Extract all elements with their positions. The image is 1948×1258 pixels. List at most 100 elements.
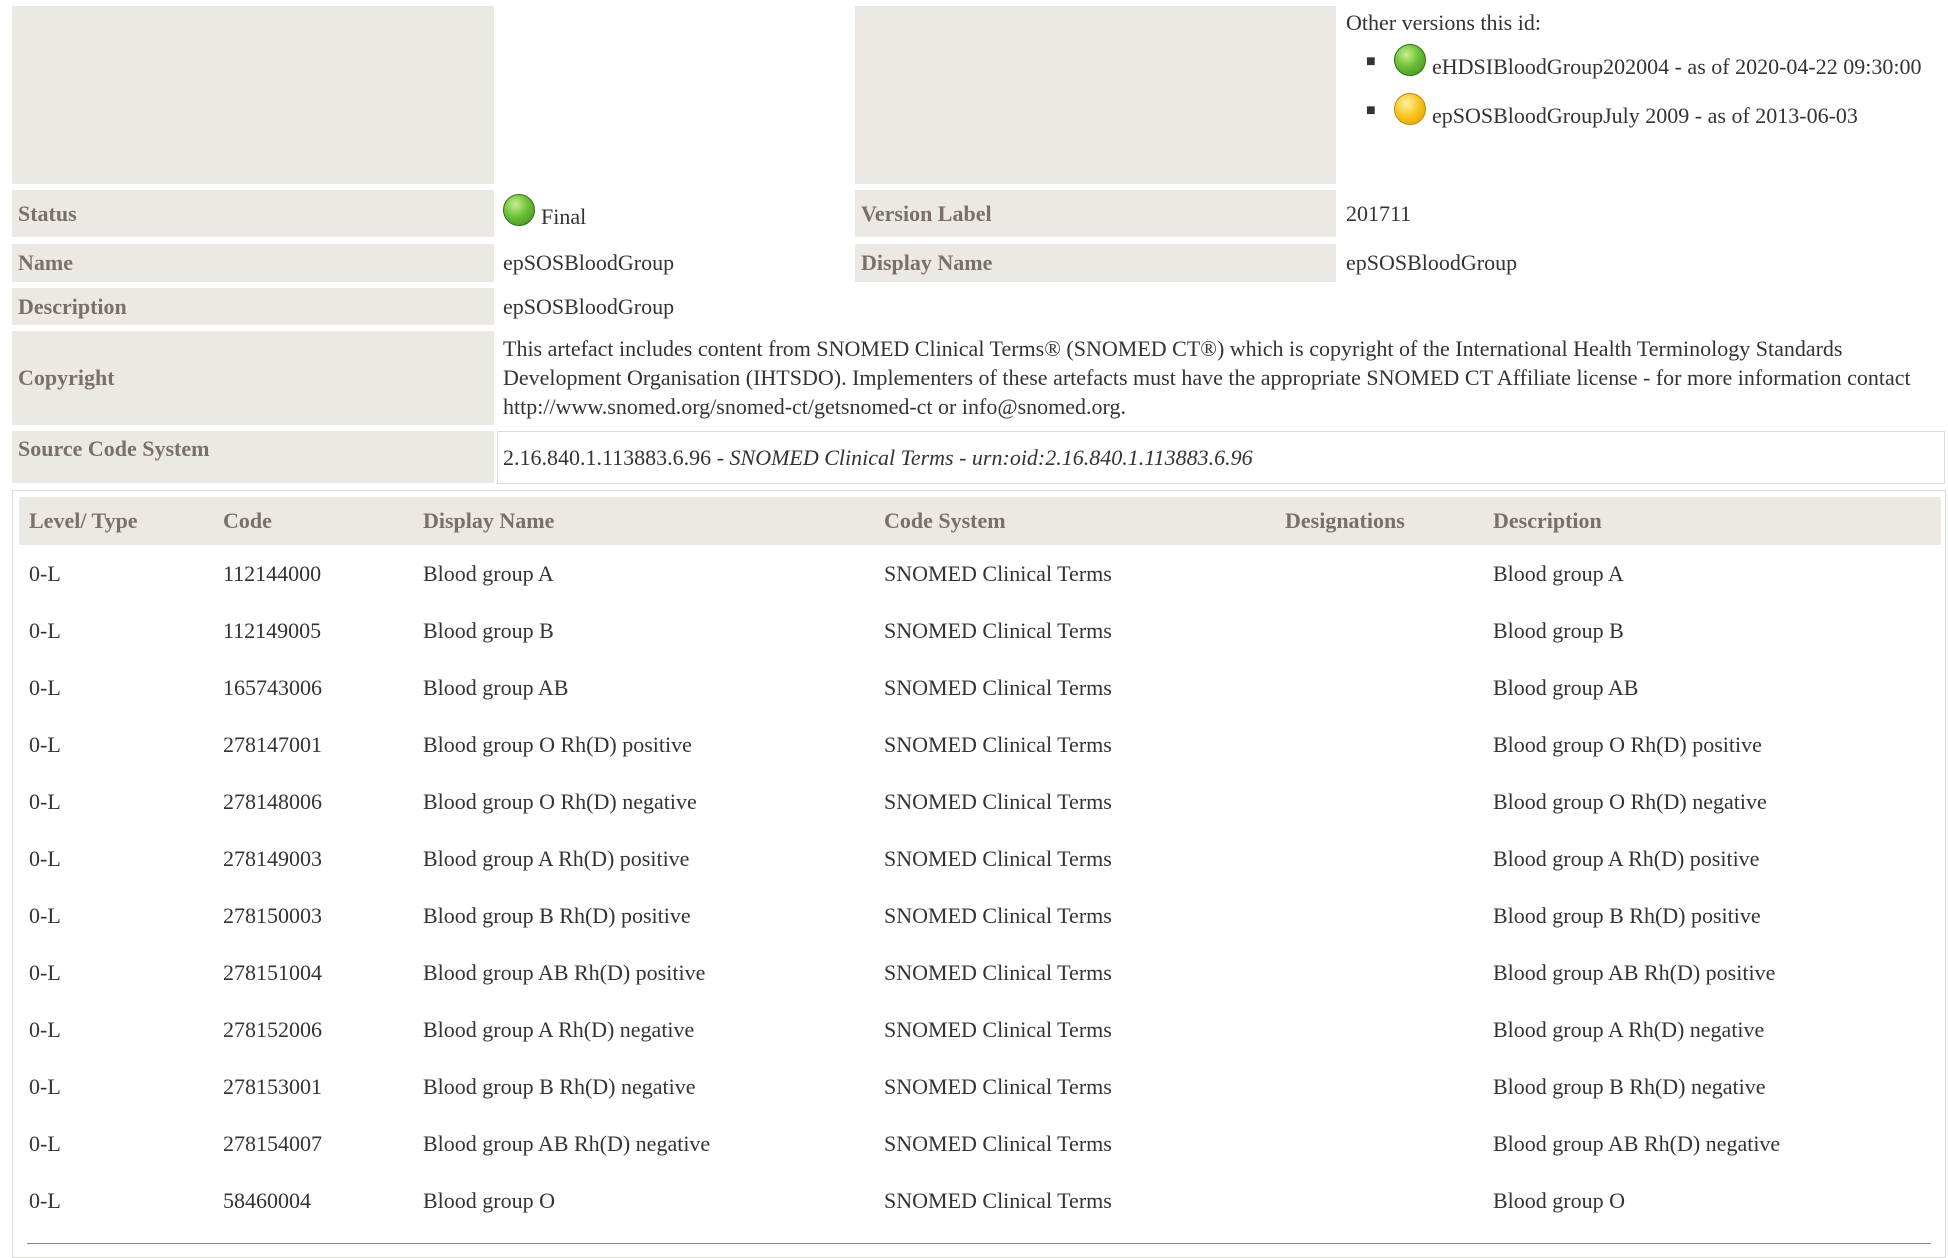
cell-code: 278150003: [223, 902, 322, 928]
cell-level-type: 0-L: [29, 617, 61, 643]
status-text: Final: [541, 204, 587, 229]
table-row[interactable]: 0-L 278151004 Blood group AB Rh(D) positiv…: [19, 944, 1941, 1001]
cell-description: Blood group A Rh(D) negative: [1493, 1016, 1765, 1042]
cell-description: Blood group A Rh(D) positive: [1493, 845, 1760, 871]
table-row[interactable]: 0-L 278147001 Blood group O Rh(D) positive…: [19, 716, 1941, 773]
table-bottom-divider: [27, 1243, 1931, 1244]
cell-code-system: SNOMED Clinical Terms: [884, 1073, 1112, 1099]
cell-description: Blood group B: [1493, 617, 1624, 643]
column-header-level-type[interactable]: Level/ Type: [19, 497, 213, 545]
copyright-value: This artefact includes content from SNOM…: [503, 336, 1911, 419]
cell-code-system: SNOMED Clinical Terms: [884, 560, 1112, 586]
cell-designations: [1275, 659, 1483, 716]
version-value: 201711: [1346, 201, 1412, 226]
cell-level-type: 0-L: [29, 674, 61, 700]
name-value: epSOSBloodGroup: [503, 250, 675, 275]
cell-code-system: SNOMED Clinical Terms: [884, 617, 1112, 643]
cell-code: 278154007: [223, 1130, 322, 1156]
other-version-item[interactable]: ■ eHDSIBloodGroup202004 - as of 2020-04-…: [1346, 44, 1946, 85]
cell-code: 278151004: [223, 959, 322, 985]
cell-level-type: 0-L: [29, 845, 61, 871]
other-version-item[interactable]: ■ epSOSBloodGroupJuly 2009 - as of 2013-…: [1346, 93, 1946, 134]
other-versions-list: ■ eHDSIBloodGroup202004 - as of 2020-04-…: [1346, 44, 1946, 134]
other-version-label[interactable]: epSOSBloodGroupJuly 2009 - as of 2013-06…: [1432, 103, 1858, 128]
cell-level-type: 0-L: [29, 1073, 61, 1099]
cell-display-name: Blood group B Rh(D) negative: [423, 1073, 696, 1099]
column-header-code-system[interactable]: Code System: [874, 497, 1275, 545]
table-row[interactable]: 0-L 278150003 Blood group B Rh(D) positive…: [19, 887, 1941, 944]
cell-description: Blood group O: [1493, 1187, 1625, 1213]
cell-level-type: 0-L: [29, 731, 61, 757]
other-versions-label: Other versions this id:: [1346, 10, 1541, 35]
cell-level-type: 0-L: [29, 560, 61, 586]
cell-display-name: Blood group AB Rh(D) positive: [423, 959, 706, 985]
cell-display-name: Blood group B Rh(D) positive: [423, 902, 691, 928]
column-header-display-name[interactable]: Display Name: [413, 497, 874, 545]
cell-display-name: Blood group A Rh(D) negative: [423, 1016, 695, 1042]
other-version-label[interactable]: eHDSIBloodGroup202004 - as of 2020-04-22…: [1432, 54, 1921, 79]
column-header-designations[interactable]: Designations: [1275, 497, 1483, 545]
green-status-icon: [503, 194, 535, 226]
cell-code-system: SNOMED Clinical Terms: [884, 1187, 1112, 1213]
table-body: 0-L 112144000 Blood group A SNOMED Clinical…: [19, 545, 1941, 1229]
table-row[interactable]: 0-L 112144000 Blood group A SNOMED Clinical…: [19, 545, 1941, 602]
description-value: epSOSBloodGroup: [503, 294, 675, 319]
description-label: Description: [12, 288, 494, 325]
table-row[interactable]: 0-L 278149003 Blood group A Rh(D) positive…: [19, 830, 1941, 887]
square-bullet-icon: ■: [1366, 102, 1376, 119]
table-row[interactable]: 0-L 58460004 Blood group O SNOMED Clinical …: [19, 1172, 1941, 1229]
source-name: SNOMED Clinical Terms - urn:oid:2.16.840…: [729, 445, 1253, 470]
cell-display-name: Blood group AB: [423, 674, 569, 700]
name-label: Name: [12, 244, 494, 282]
cell-designations: [1275, 1115, 1483, 1172]
cell-level-type: 0-L: [29, 788, 61, 814]
table-row[interactable]: 0-L 165743006 Blood group AB SNOMED Clinica…: [19, 659, 1941, 716]
cell-description: Blood group B Rh(D) positive: [1493, 902, 1761, 928]
source-code-system-value: 2.16.840.1.113883.6.96 - SNOMED Clinical…: [503, 431, 1253, 484]
table-row[interactable]: 0-L 278154007 Blood group AB Rh(D) negativ…: [19, 1115, 1941, 1172]
cell-code-system: SNOMED Clinical Terms: [884, 959, 1112, 985]
square-bullet-icon: ■: [1366, 53, 1376, 70]
table-row[interactable]: 0-L 278152006 Blood group A Rh(D) negative…: [19, 1001, 1941, 1058]
cell-code-system: SNOMED Clinical Terms: [884, 1130, 1112, 1156]
cell-description: Blood group O Rh(D) negative: [1493, 788, 1767, 814]
cell-designations: [1275, 773, 1483, 830]
cell-display-name: Blood group B: [423, 617, 554, 643]
version-label: Version Label: [855, 190, 1336, 237]
table-row[interactable]: 0-L 278148006 Blood group O Rh(D) negative…: [19, 773, 1941, 830]
source-code-system-label: Source Code System: [12, 431, 494, 483]
copyright-label: Copyright: [12, 331, 494, 425]
cell-designations: [1275, 602, 1483, 659]
cell-code: 278149003: [223, 845, 322, 871]
cell-designations: [1275, 545, 1483, 602]
cell-designations: [1275, 830, 1483, 887]
cell-description: Blood group AB Rh(D) negative: [1493, 1130, 1781, 1156]
cell-designations: [1275, 1001, 1483, 1058]
column-header-description[interactable]: Description: [1483, 497, 1941, 545]
cell-code: 112144000: [223, 560, 322, 586]
other-versions: Other versions this id: ■ eHDSIBloodGrou…: [1346, 10, 1946, 142]
status-label: Status: [12, 190, 494, 237]
cell-description: Blood group B Rh(D) negative: [1493, 1073, 1766, 1099]
cell-display-name: Blood group O Rh(D) positive: [423, 731, 692, 757]
status-value: Final: [503, 194, 586, 237]
source-separator: -: [711, 445, 730, 470]
column-header-code[interactable]: Code: [213, 497, 413, 545]
cell-code-system: SNOMED Clinical Terms: [884, 788, 1112, 814]
cell-code: 58460004: [223, 1187, 311, 1213]
source-oid: 2.16.840.1.113883.6.96: [503, 445, 712, 470]
cell-code: 165743006: [223, 674, 322, 700]
table-row[interactable]: 0-L 278153001 Blood group B Rh(D) negative…: [19, 1058, 1941, 1115]
cell-code-system: SNOMED Clinical Terms: [884, 1016, 1112, 1042]
cell-code: 278153001: [223, 1073, 322, 1099]
cell-code: 278147001: [223, 731, 322, 757]
cell-display-name: Blood group A: [423, 560, 554, 586]
table-row[interactable]: 0-L 112149005 Blood group B SNOMED Clinical…: [19, 602, 1941, 659]
cell-code: 112149005: [223, 617, 322, 643]
cell-level-type: 0-L: [29, 1130, 61, 1156]
cell-level-type: 0-L: [29, 1016, 61, 1042]
yellow-status-icon: [1394, 93, 1426, 125]
cell-level-type: 0-L: [29, 902, 61, 928]
cell-display-name: Blood group AB Rh(D) negative: [423, 1130, 711, 1156]
table-header-row: Level/ Type Code Display Name Code Syste…: [19, 497, 1941, 545]
